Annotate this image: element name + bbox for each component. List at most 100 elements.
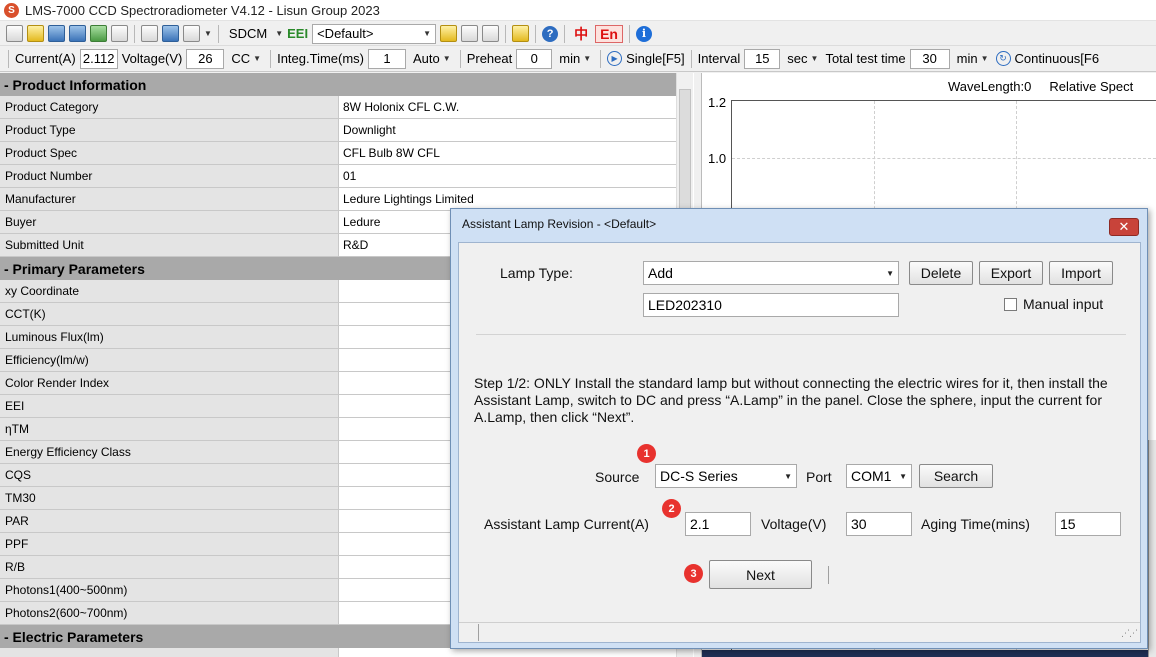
voltage-label: Voltage(V) xyxy=(121,51,183,66)
table-row[interactable]: Product Spec CFL Bulb 8W CFL xyxy=(0,142,676,165)
row-label: Photons2(600~700nm) xyxy=(0,602,339,624)
delete-table-icon[interactable] xyxy=(111,25,128,42)
table-row[interactable]: Product Type Downlight xyxy=(0,119,676,142)
continuous-test-button[interactable]: Continuous[F6 xyxy=(1015,51,1100,66)
grid-line xyxy=(732,158,1156,159)
port-select[interactable]: COM1 ▼ xyxy=(846,464,912,488)
table-row[interactable]: Product Number 01 xyxy=(0,165,676,188)
gear-icon[interactable] xyxy=(440,25,458,42)
assistant-current-input[interactable]: 2.1 xyxy=(685,512,751,536)
background-panel-edge xyxy=(1148,440,1156,657)
row-label: Manufacturer xyxy=(0,188,339,210)
help-icon[interactable]: ? xyxy=(542,25,559,42)
chinese-language-button[interactable]: 中 xyxy=(571,24,591,44)
voltage-input[interactable]: 30 xyxy=(846,512,912,536)
app-logo-icon: S xyxy=(4,2,19,18)
row-label: PPF xyxy=(0,533,339,555)
source-label: Source xyxy=(595,469,640,485)
table-row[interactable]: Product Category 8W Holonix CFL C.W. xyxy=(0,96,676,119)
divider xyxy=(476,334,1126,335)
import-button[interactable]: Import xyxy=(1049,261,1113,285)
next-button[interactable]: Next xyxy=(709,560,812,589)
row-label: CQS xyxy=(0,464,339,486)
english-language-button[interactable]: En xyxy=(595,24,623,43)
row-label: Photons1(400~500nm) xyxy=(0,579,339,601)
interval-unit-select[interactable]: sec ▼ xyxy=(784,51,821,66)
row-value[interactable]: CFL Bulb 8W CFL xyxy=(339,142,676,164)
row-value[interactable]: Ledure Lightings Limited xyxy=(339,188,676,210)
resize-grip-icon[interactable]: ⋰⋰ xyxy=(1121,628,1138,639)
info-icon[interactable]: i xyxy=(635,25,652,42)
profile-select[interactable]: <Default> ▼ xyxy=(312,23,437,44)
dialog-title: Assistant Lamp Revision - <Default> xyxy=(462,217,657,231)
lamp-type-select[interactable]: Add ▼ xyxy=(643,261,899,285)
continuous-icon[interactable]: ↻ xyxy=(995,51,1011,66)
integ-time-label: Integ.Time(ms) xyxy=(277,51,365,66)
chevron-down-icon: ▼ xyxy=(899,471,907,481)
step-badge-1: 1 xyxy=(637,444,656,463)
eei-button[interactable]: EEI xyxy=(287,26,308,41)
row-value[interactable]: 01 xyxy=(339,165,676,187)
table-row[interactable] xyxy=(0,648,676,657)
row-label: Luminous Flux(lm) xyxy=(0,326,339,348)
chevron-down-icon: ▼ xyxy=(442,54,451,63)
auto-select[interactable]: Auto ▼ xyxy=(410,51,454,66)
play-icon[interactable]: ▶ xyxy=(607,51,623,66)
settings-tools-icon[interactable] xyxy=(141,25,158,42)
sdcm-button[interactable]: SDCM xyxy=(225,26,271,41)
integ-time-input[interactable]: 1 xyxy=(368,48,407,69)
refresh-icon[interactable] xyxy=(482,25,500,42)
current-input[interactable]: 2.112 xyxy=(79,48,118,69)
row-value xyxy=(339,648,676,657)
manual-input-checkbox[interactable] xyxy=(1004,298,1017,311)
row-label: Product Number xyxy=(0,165,339,187)
chart-header: WaveLength:0 Relative Spect xyxy=(948,79,1133,94)
close-button[interactable]: ✕ xyxy=(1109,218,1139,236)
product-info-header[interactable]: - Product Information xyxy=(0,73,676,96)
print-icon[interactable] xyxy=(183,25,200,42)
new-file-icon[interactable] xyxy=(6,25,23,42)
export-button[interactable]: Export xyxy=(979,261,1043,285)
title-bar: S LMS-7000 CCD Spectroradiometer V4.12 -… xyxy=(0,0,1156,21)
delete-button[interactable]: Delete xyxy=(909,261,973,285)
source-select[interactable]: DC-S Series ▼ xyxy=(655,464,797,488)
preheat-unit-value: min xyxy=(559,51,581,66)
lightbulb-icon[interactable] xyxy=(512,25,530,42)
interval-unit-value: sec xyxy=(787,51,808,66)
total-test-time-label: Total test time xyxy=(825,51,906,66)
lamp-name-input[interactable]: LED202310 xyxy=(643,293,899,317)
voltage-input[interactable]: 26 xyxy=(186,48,225,69)
print-dropdown-icon[interactable]: ▼ xyxy=(204,29,212,38)
mode-select[interactable]: CC ▼ xyxy=(228,51,264,66)
sdcm-dropdown-icon[interactable]: ▼ xyxy=(275,29,283,38)
interval-input[interactable]: 15 xyxy=(744,48,781,69)
report-icon[interactable] xyxy=(162,25,179,42)
chevron-down-icon: ▼ xyxy=(253,54,262,63)
row-label: Efficiency(lm/w) xyxy=(0,349,339,371)
open-folder-icon[interactable] xyxy=(27,25,44,42)
aging-time-input[interactable]: 15 xyxy=(1055,512,1121,536)
single-test-button[interactable]: Single[F5] xyxy=(626,51,685,66)
toolbar-separator xyxy=(459,49,461,68)
assistant-current-label: Assistant Lamp Current(A) xyxy=(484,516,649,532)
calibration-icon[interactable] xyxy=(461,25,479,42)
preheat-unit-select[interactable]: min ▼ xyxy=(556,51,594,66)
total-unit-select[interactable]: min ▼ xyxy=(954,51,992,66)
preheat-input[interactable]: 0 xyxy=(516,48,553,69)
row-value[interactable]: 8W Holonix CFL C.W. xyxy=(339,96,676,118)
interval-label: Interval xyxy=(697,51,741,66)
row-label: Product Spec xyxy=(0,142,339,164)
toolbar-separator xyxy=(217,24,219,43)
search-button[interactable]: Search xyxy=(919,464,993,488)
mode-select-value: CC xyxy=(231,51,251,66)
toolbar-separator xyxy=(134,24,135,43)
export-excel-icon[interactable] xyxy=(90,25,107,42)
chevron-down-icon: ▼ xyxy=(784,471,792,481)
row-label: Color Render Index xyxy=(0,372,339,394)
auto-select-value: Auto xyxy=(413,51,440,66)
save-icon[interactable] xyxy=(48,25,65,42)
row-value[interactable]: Downlight xyxy=(339,119,676,141)
total-test-time-input[interactable]: 30 xyxy=(909,48,950,69)
table-icon[interactable] xyxy=(69,25,86,42)
toolbar-separator xyxy=(628,24,630,43)
